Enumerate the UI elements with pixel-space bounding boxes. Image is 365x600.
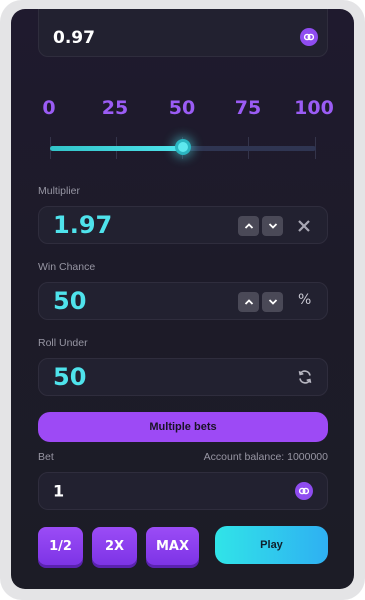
slider-mark-0: 0 — [42, 97, 56, 119]
win-chance-label: Win Chance — [38, 261, 96, 273]
chevron-down-icon — [268, 223, 277, 229]
account-balance: Account balance: 1000000 — [203, 451, 328, 463]
roll-under-value: 50 — [53, 363, 87, 391]
roll-under-field[interactable]: 50 — [38, 358, 328, 396]
double-bet-button[interactable]: 2X — [92, 527, 137, 565]
multiplier-decrease-button[interactable] — [262, 216, 283, 236]
payout-value: 0.97 — [53, 28, 95, 48]
multiplier-field[interactable]: 1.97 — [38, 206, 328, 244]
bet-amount-value: 1 — [53, 481, 65, 501]
win-chance-increase-button[interactable] — [238, 292, 259, 312]
chevron-up-icon — [244, 299, 253, 305]
win-chance-stepper — [238, 292, 283, 312]
swap-refresh-icon[interactable] — [297, 369, 313, 389]
percent-unit: % — [298, 292, 312, 308]
slider-fill — [50, 146, 183, 151]
slider-mark-25: 25 — [101, 97, 129, 119]
close-icon[interactable] — [297, 218, 311, 237]
slider-mark-50: 50 — [168, 97, 196, 119]
win-chance-decrease-button[interactable] — [262, 292, 283, 312]
roll-under-label: Roll Under — [38, 337, 88, 349]
bet-amount-field[interactable]: 1 — [38, 472, 328, 510]
multiplier-stepper — [238, 216, 283, 236]
slider-mark-75: 75 — [234, 97, 262, 119]
chevron-down-icon — [268, 299, 277, 305]
half-bet-button[interactable]: 1/2 — [38, 527, 83, 565]
win-chance-value: 50 — [53, 287, 87, 315]
bet-label: Bet — [38, 451, 54, 463]
currency-coin-icon — [300, 28, 318, 46]
multiplier-label: Multiplier — [38, 185, 81, 197]
currency-coin-icon — [295, 482, 313, 500]
slider-mark-100: 100 — [294, 97, 334, 119]
max-bet-button[interactable]: MAX — [146, 527, 199, 565]
dice-game-panel: 0.97 0 25 50 75 100 Multiplier 1.97 Win … — [11, 9, 354, 589]
multiplier-value: 1.97 — [53, 211, 113, 239]
win-chance-field[interactable]: 50 % — [38, 282, 328, 320]
chevron-up-icon — [244, 223, 253, 229]
payout-field[interactable]: 0.97 — [38, 9, 328, 57]
multiple-bets-button[interactable]: Multiple bets — [38, 412, 328, 442]
device-frame: 0.97 0 25 50 75 100 Multiplier 1.97 Win … — [0, 0, 365, 600]
slider-scale: 0 25 50 75 100 — [33, 97, 333, 123]
slider-handle[interactable] — [175, 139, 191, 155]
play-button[interactable]: Play — [215, 526, 328, 564]
multiplier-increase-button[interactable] — [238, 216, 259, 236]
